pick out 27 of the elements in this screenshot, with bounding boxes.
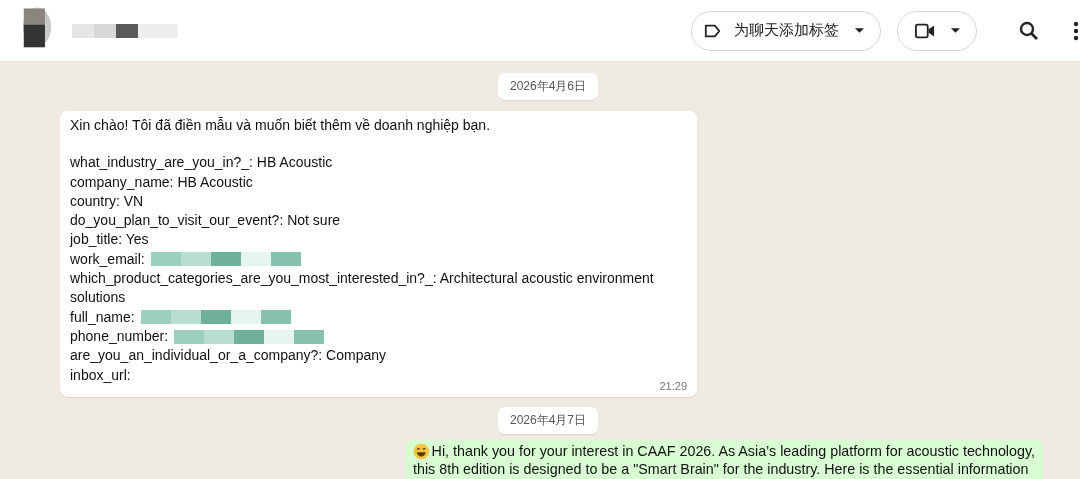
menu-icon[interactable]	[1073, 20, 1079, 41]
message-text: do_you_plan_to_visit_our_event?: Not sure	[70, 211, 341, 231]
message-text: work_email:	[70, 249, 145, 269]
message-text: full_name:	[70, 307, 135, 327]
message-text: are_you_an_individual_or_a_company?: Company	[70, 346, 386, 366]
video-call-button[interactable]	[897, 10, 977, 51]
message-text: solutions	[70, 288, 126, 308]
message-text: Hi, thank you for your interest in CAAF 2026. As Asia’s leading platform for acoustic technology,	[431, 442, 1035, 460]
message-text: which_product_categories_are_you_most_interested_in?_: Architectural acoustic environment	[70, 269, 654, 289]
message-text: this 8th edition is designed to be a "Smart Brain" for the industry. Here is the essential information	[413, 460, 1029, 478]
message-text: job_title: Yes	[70, 230, 149, 250]
message-text: country: VN	[70, 191, 144, 211]
video-camera-icon	[914, 22, 935, 39]
message-text: inbox_url:	[70, 365, 131, 385]
message-text: what_industry_are_you_in?_: HB Acoustic	[70, 153, 333, 173]
caret-icon	[950, 28, 960, 33]
date-label: 2026年4月7日	[497, 406, 598, 434]
tag-icon	[704, 22, 722, 39]
message-text: phone_number:	[70, 326, 169, 346]
search-icon[interactable]	[1019, 20, 1039, 41]
add-label-button[interactable]: 为聊天添加标签	[691, 10, 881, 51]
message-text: company_name: HB Acoustic	[70, 172, 253, 192]
date-label: 2026年4月6日	[497, 73, 598, 100]
message-time: 21:29	[658, 378, 687, 393]
message-text: Xin chào! Tôi đã điền mẫu và muốn biết thêm về doanh nghiệp bạn.	[70, 116, 492, 135]
caret-icon	[855, 28, 864, 33]
grinning-emoji-icon	[413, 441, 430, 461]
